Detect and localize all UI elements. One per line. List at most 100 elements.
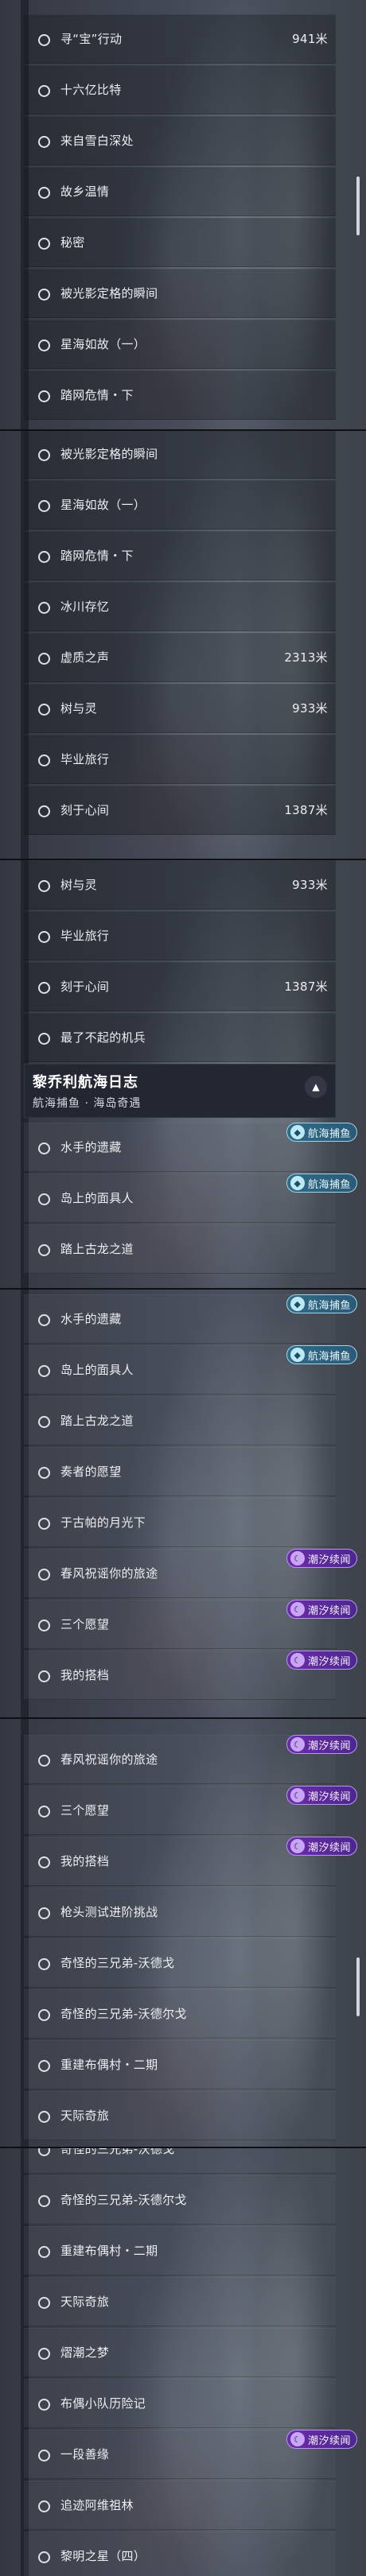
quest-item[interactable]: ◆ 航海捕鱼 水手的遗藏	[24, 1294, 357, 1344]
quest-label: 虚质之声	[60, 650, 110, 665]
radio-icon	[38, 931, 50, 943]
quest-item[interactable]: 毕业旅行	[24, 735, 336, 784]
quest-item[interactable]: 寻“宝”行动 941米	[24, 14, 336, 64]
quest-item[interactable]: 刻于心间 1387米	[24, 962, 336, 1011]
quest-item[interactable]: ☾ 潮汐续闻 我的搭档	[24, 1837, 357, 1886]
quest-item[interactable]: 最了不起的机兵	[24, 1013, 336, 1062]
quest-item[interactable]: 十六亿比特	[24, 65, 336, 114]
quest-item[interactable]: ☾ 潮汐续闻 春风祝谣你的旅途	[24, 1549, 357, 1598]
radio-icon	[38, 1670, 50, 1682]
quest-item[interactable]: 重建布偶村・二期	[24, 2226, 336, 2275]
quest-label: 黎明之星（四）	[60, 2549, 146, 2563]
radio-icon	[38, 34, 50, 46]
quest-item[interactable]: 踏网危情・下	[24, 370, 336, 420]
quest-label: 水手的遗藏	[60, 1312, 122, 1326]
radio-icon	[38, 704, 50, 716]
quest-item[interactable]: ☾ 潮汐续闻三个愿望	[24, 1600, 357, 1649]
radio-icon	[38, 1958, 50, 1970]
quest-item[interactable]: 奇怪的三兄弟-沃德戈	[24, 1938, 336, 1988]
quest-label: 我的搭档	[60, 1668, 110, 1682]
fishing-badge: ◆ 航海捕鱼	[286, 1345, 357, 1364]
quest-label: 岛上的面具人	[60, 1363, 134, 1377]
scrollbar-thumb[interactable]	[356, 177, 360, 235]
quest-item[interactable]: 被光影定格的瞬间	[24, 269, 336, 318]
quest-item[interactable]: 秘密	[24, 218, 336, 267]
quest-item[interactable]: 重建布偶村・二期	[24, 2040, 336, 2089]
quest-item[interactable]: ☾ 潮汐续闻 三个愿望	[24, 1786, 357, 1835]
quest-item[interactable]: 故乡温情	[24, 167, 336, 216]
quest-item[interactable]: 枪头测试进阶挑战	[24, 1887, 336, 1937]
quest-label: 树与灵	[60, 701, 97, 716]
quest-item[interactable]: 冰川存忆	[24, 582, 336, 631]
quest-item[interactable]: ◆ 航海捕鱼 岛上的面具人	[24, 1174, 357, 1223]
badge-label: 潮汐续闻	[307, 1604, 351, 1617]
quest-item[interactable]: 被光影定格的瞬间	[24, 431, 336, 479]
quest-item[interactable]: 天际奇旅	[24, 2277, 336, 2326]
quest-item[interactable]: 奇怪的三兄弟-沃德尔戈	[24, 2175, 336, 2225]
quest-item[interactable]: 布偶小队历险记	[24, 2379, 336, 2428]
quest-item[interactable]: 奏者的愿望	[24, 1447, 336, 1496]
radio-icon	[38, 2111, 50, 2123]
moon-icon: ☾	[290, 1602, 305, 1616]
tide-badge: ☾ 潮汐续闻	[286, 1651, 357, 1670]
quest-item[interactable]: 虚质之声 2313米	[24, 633, 336, 682]
moon-icon: ☾	[290, 1737, 305, 1752]
quest-item[interactable]: ◆ 航海捕鱼岛上的面具人	[24, 1345, 357, 1395]
radio-icon	[38, 1907, 50, 1919]
radio-icon	[38, 1518, 50, 1530]
quest-item[interactable]: 黎明之星（四）	[24, 2531, 336, 2576]
radio-icon	[38, 2450, 50, 2462]
quest-label: 于古帕的月光下	[60, 1515, 146, 1530]
radio-icon	[38, 1193, 50, 1205]
quest-item[interactable]: 于古帕的月光下	[24, 1498, 336, 1547]
quest-item[interactable]: 毕业旅行	[24, 911, 336, 960]
quest-label: 被光影定格的瞬间	[60, 286, 158, 301]
quest-label: 春风祝谣你的旅途	[60, 1752, 158, 1767]
tide-badge: ☾ 潮汐续闻	[286, 1786, 357, 1805]
radio-icon	[38, 449, 50, 461]
radio-icon	[38, 982, 50, 994]
quest-item[interactable]: 来自雪白深处	[24, 116, 336, 165]
radio-icon	[38, 602, 50, 614]
quest-item[interactable]: 刻于心间 1387米	[24, 786, 336, 835]
quest-item[interactable]: 星海如故（一）	[24, 320, 336, 369]
radio-icon	[38, 1856, 50, 1868]
quest-item[interactable]: 树与灵 933米	[24, 860, 336, 910]
fish-icon: ◆	[290, 1348, 305, 1362]
quest-item[interactable]: 星海如故（一）	[24, 480, 336, 530]
radio-icon	[38, 2297, 50, 2309]
quest-item[interactable]: ◆ 航海捕鱼 水手的遗藏	[24, 1123, 357, 1172]
quest-label: 踏网危情・下	[60, 549, 134, 563]
quest-item[interactable]: 天际奇旅	[24, 2091, 336, 2140]
quest-label: 我的搭档	[60, 1854, 110, 1868]
quest-item[interactable]: ☾ 潮汐续闻我的搭档	[24, 1651, 357, 1700]
quest-distance: 2313米	[284, 650, 328, 665]
radio-icon	[38, 1569, 50, 1581]
quest-distance: 933米	[292, 701, 328, 716]
quest-item[interactable]: 奇怪的三兄弟-沃德戈	[24, 2148, 336, 2174]
scrollbar-thumb[interactable]	[356, 1957, 360, 2016]
quest-item[interactable]: 踏上古龙之道	[24, 1396, 336, 1445]
quest-item[interactable]: ☾ 潮汐续闻 春风祝谣你的旅途	[24, 1735, 357, 1784]
quest-list-panel-3: 树与灵 933米 毕业旅行 刻于心间 1387米 最了不起的机兵 黎乔利航海日志 航…	[0, 860, 366, 1288]
radio-icon	[38, 390, 50, 402]
quest-item[interactable]: ☾ 潮汐续闻 一段善缘	[24, 2430, 357, 2479]
fishing-badge: ◆ 航海捕鱼	[286, 1174, 357, 1193]
quest-item[interactable]: 树与灵 933米	[24, 684, 336, 733]
quest-label: 重建布偶村・二期	[60, 2244, 158, 2258]
moon-icon: ☾	[290, 1551, 305, 1565]
radio-icon	[38, 187, 50, 199]
quest-item[interactable]: 熠潮之梦	[24, 2328, 336, 2377]
radio-icon	[38, 1620, 50, 1631]
quest-item[interactable]: 踏网危情・下	[24, 531, 336, 580]
radio-icon	[38, 289, 50, 301]
quest-item[interactable]: 奇怪的三兄弟-沃德尔戈	[24, 1989, 336, 2039]
quest-item[interactable]: 追迹阿维祖林	[24, 2481, 336, 2530]
quest-label: 奇怪的三兄弟-沃德戈	[60, 1956, 175, 1970]
quest-label: 十六亿比特	[60, 83, 122, 97]
quest-group-header[interactable]: 黎乔利航海日志 航海捕鱼 · 海岛奇遇 ▲	[24, 1064, 336, 1118]
chevron-up-icon[interactable]: ▲	[305, 1076, 327, 1098]
quest-label: 三个愿望	[60, 1617, 110, 1631]
tide-badge: ☾ 潮汐续闻	[286, 1600, 357, 1619]
quest-item[interactable]: 踏上古龙之道	[24, 1224, 336, 1274]
